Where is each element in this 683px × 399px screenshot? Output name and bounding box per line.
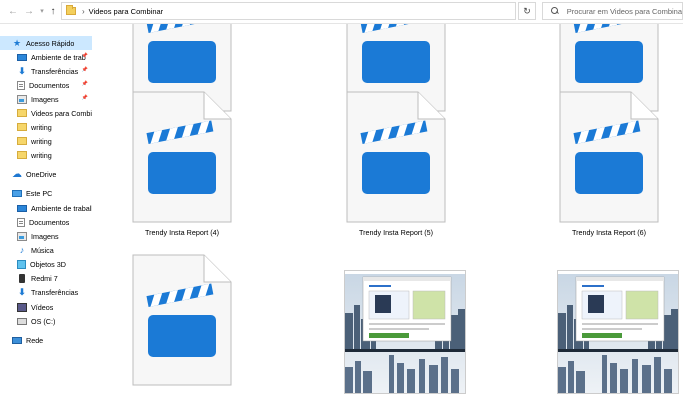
onedrive-icon: ☁ [12,168,22,180]
pin-icon: 📌 [81,95,88,101]
sidebar-item-label: writing [31,150,52,160]
back-button[interactable]: ← [6,4,20,18]
sidebar-item[interactable]: ⬇ Transferências [0,285,92,299]
pin-icon: 📌 [81,53,88,59]
image-thumbnail [557,270,679,394]
video-file-icon [132,254,232,388]
sidebar-item-label: Ambiente de trabalh [31,203,92,213]
sidebar-item[interactable]: Vídeos [0,300,92,314]
sidebar-item[interactable]: Documentos 📌 [0,78,92,92]
3d-objects-icon [17,259,26,269]
file-item[interactable]: Trendy Insta Report (4) [132,91,232,251]
pictures-icon [17,94,27,104]
folder-icon [17,109,27,117]
sidebar-item-label: Ambiente de trab [31,52,86,62]
documents-icon [17,80,25,90]
sidebar-item-label: writing [31,136,52,146]
videos-icon [17,302,27,312]
folder-icon [17,151,27,159]
sidebar-item-label: Vídeos [31,302,54,312]
sidebar-item-label: Acesso Rápido [26,38,75,48]
sidebar-item-label: OS (C:) [31,316,56,326]
refresh-button[interactable]: ↻ [518,2,536,20]
star-icon: ★ [12,37,22,48]
sidebar-item[interactable]: Este PC [0,186,92,200]
sidebar-item-label: Documentos [29,80,70,90]
sidebar-item[interactable]: Redmi 7 [0,271,92,285]
breadcrumb-separator: › [82,6,85,16]
sidebar-item[interactable]: Imagens 📌 [0,92,92,106]
video-file-icon [559,91,659,225]
video-file-icon [132,91,232,225]
sidebar-item[interactable]: ★ Acesso Rápido [0,36,92,50]
sidebar-item-label: Música [31,245,54,255]
address-bar[interactable]: › Videos para Combinar [61,2,516,20]
breadcrumb-current-folder[interactable]: Videos para Combinar [89,7,164,16]
this-pc-icon [12,189,22,197]
sidebar-item[interactable]: OS (C:) [0,314,92,328]
file-item[interactable] [344,270,466,394]
sidebar-item[interactable]: Ambiente de trab 📌 [0,50,92,64]
file-item[interactable] [557,270,679,394]
video-file-icon [346,91,446,225]
file-item[interactable] [132,254,232,399]
pin-icon: 📌 [81,67,88,73]
image-thumbnail [344,270,466,394]
navigation-pane: ★ Acesso Rápido Ambiente de trab 📌 ⬇ Transfer… [0,24,92,399]
download-icon: ⬇ [18,65,26,76]
documents-icon [17,217,25,227]
sidebar-item-label: Transferências [31,287,79,297]
sidebar-item[interactable]: ♪ Música [0,243,92,257]
sidebar-item-label: Documentos [29,217,70,227]
sidebar-item[interactable]: writing [0,148,92,162]
sidebar-item-label: Este PC [26,188,53,198]
folder-icon [17,137,27,145]
sidebar-item[interactable]: Documentos [0,215,92,229]
sidebar-item[interactable]: ⬇ Transferências 📌 [0,64,92,78]
sidebar-item-label: Imagens [31,94,59,104]
music-icon: ♪ [19,244,25,255]
folder-icon [66,5,76,15]
address-toolbar: ← → ▾ ↑ › Videos para Combinar ↻ [0,0,683,24]
sidebar-item[interactable]: Ambiente de trabalh [0,201,92,215]
sidebar-item-label: Redmi 7 [31,273,58,283]
search-box[interactable] [542,2,683,20]
sidebar-item-label: Objetos 3D [30,259,66,269]
forward-button[interactable]: → [22,4,36,18]
download-icon: ⬇ [18,286,26,297]
sidebar-item[interactable]: Imagens [0,229,92,243]
search-icon [551,7,559,15]
network-icon [12,336,22,344]
sidebar-item[interactable]: Objetos 3D [0,257,92,271]
desktop-icon [17,53,27,61]
file-item[interactable]: Trendy Insta Report (6) [559,91,659,251]
sidebar-item-label: Videos para Combin [31,108,92,118]
up-button[interactable]: ↑ [46,4,60,18]
sidebar-item[interactable]: writing [0,134,92,148]
sidebar-item-label: OneDrive [26,169,57,179]
search-input[interactable] [566,6,682,16]
file-item[interactable]: Trendy Insta Report (5) [346,91,446,251]
sidebar-item[interactable]: ☁ OneDrive [0,167,92,181]
sidebar-item-label: Imagens [31,231,59,241]
drive-icon [17,317,27,325]
sidebar-item[interactable]: writing [0,120,92,134]
file-name-label: Trendy Insta Report (4) [144,228,220,237]
sidebar-item-label: Rede [26,335,44,345]
file-name-label: Trendy Insta Report (5) [358,228,434,237]
sidebar-item-label: Transferências [31,66,79,76]
file-name-label: Trendy Insta Report (6) [571,228,647,237]
sidebar-item-label: writing [31,122,52,132]
file-view: Trendy Insta Report (1)Trendy Insta Repo… [92,24,683,399]
folder-icon [17,123,27,131]
desktop-icon [17,204,27,212]
pin-icon: 📌 [81,81,88,87]
pictures-icon [17,231,27,241]
phone-icon [19,273,25,283]
sidebar-item[interactable]: Rede [0,333,92,347]
sidebar-item[interactable]: Videos para Combin [0,106,92,120]
refresh-icon: ↻ [523,5,531,16]
